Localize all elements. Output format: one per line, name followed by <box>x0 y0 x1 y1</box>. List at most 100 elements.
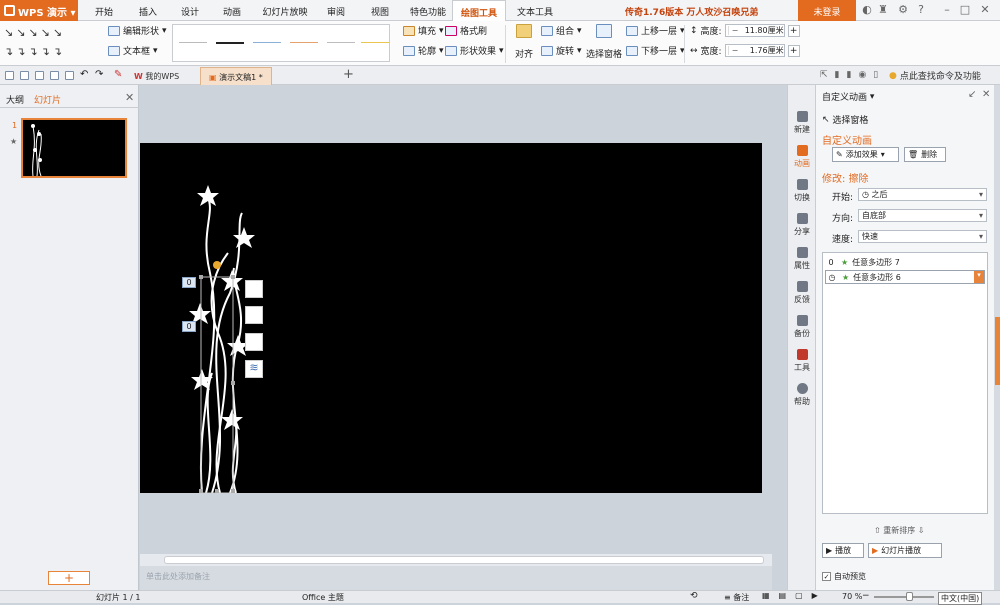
layers-icon[interactable]: ≋ <box>245 360 263 378</box>
fill-button[interactable]: 填充 ▾ <box>403 24 444 37</box>
crop-icon[interactable] <box>245 280 263 298</box>
pin-icon[interactable]: ✎ <box>114 69 122 80</box>
format-brush-button[interactable]: 格式刷 <box>445 24 487 37</box>
tab-my-wps[interactable]: W 我的WPS <box>126 67 187 85</box>
tab-current-document[interactable]: ▣ 演示文稿1 * <box>200 67 272 85</box>
line-style-gallery[interactable] <box>172 24 390 62</box>
delete-button[interactable]: 🗑 删除 <box>904 147 946 162</box>
quick-tools[interactable]: ⇱▮▮◉▯ <box>820 70 885 80</box>
notes-toggle[interactable]: ≡ 备注 <box>724 592 749 603</box>
app-menu-button[interactable]: WPS 演示 ▾ <box>0 0 78 21</box>
maximize-icon[interactable]: □ <box>958 3 972 17</box>
send-backward-button[interactable]: 下移一层 ▾ <box>626 44 685 57</box>
animation-order-tag[interactable]: 0 <box>182 321 196 332</box>
play-button[interactable]: ▶ 播放 <box>822 543 864 558</box>
slideshow-button[interactable]: ▶ 幻灯片播放 <box>868 543 942 558</box>
tab-outline[interactable]: 大纲 <box>6 93 24 106</box>
tab-drawing-tools[interactable]: 绘图工具 <box>452 0 506 21</box>
find-command-box[interactable]: ● 点此查找命令及功能 <box>889 69 981 83</box>
redo-icon[interactable]: ↷ <box>95 69 103 80</box>
sidebar-animation[interactable]: 动画 <box>788 145 816 169</box>
close-pane-icon[interactable]: ✕ <box>982 89 990 100</box>
pin-pane-icon[interactable]: ↙ <box>968 89 976 100</box>
slide[interactable]: 0 0 ≋ <box>140 143 762 494</box>
line-shapes-gallery[interactable]: ↘↘↘↘↘ ↴↴↴↴↴ <box>4 23 98 63</box>
promo-link[interactable]: 传奇1.76版本 万人攻沙召唤兄弟 <box>625 5 758 18</box>
select-pane-button[interactable]: 选择窗格 <box>586 24 622 64</box>
minimize-icon[interactable]: – <box>940 3 954 17</box>
rotate-button[interactable]: 旋转 ▾ <box>541 44 582 57</box>
horizontal-scrollbar[interactable] <box>140 554 772 566</box>
edit-shape-button[interactable]: 编辑形状 ▾ <box>108 24 167 37</box>
start-select[interactable]: ◷ 之后 ▾ <box>858 188 987 201</box>
tab-home[interactable]: 开始 <box>86 0 122 21</box>
help-icon[interactable]: ? <box>914 3 928 17</box>
zoom-slider[interactable] <box>874 596 934 598</box>
add-slide-button[interactable]: + <box>48 571 90 585</box>
shape-effect-button[interactable]: 形状效果 ▾ <box>445 44 504 57</box>
view-buttons[interactable]: ▦▤▢▶ <box>762 591 827 600</box>
line-style-6[interactable] <box>361 42 389 43</box>
align-button[interactable]: 对齐 <box>512 24 536 64</box>
sidebar-transition[interactable]: 切换 <box>788 179 816 203</box>
height-decrement[interactable]: − <box>727 26 742 35</box>
export-pdf-icon[interactable] <box>35 71 44 80</box>
new-tab-button[interactable]: + <box>343 67 354 82</box>
autopreview-checkbox[interactable]: ✓ 自动预览 <box>822 571 866 582</box>
line-style-3[interactable] <box>253 42 281 43</box>
refresh-icon[interactable]: ⟲ <box>690 591 698 601</box>
tab-design[interactable]: 设计 <box>172 0 208 21</box>
text-box-button[interactable]: 文本框 ▾ <box>108 44 158 57</box>
open-icon[interactable] <box>5 71 14 80</box>
direction-select[interactable]: 自底部 ▾ <box>858 209 987 222</box>
height-input[interactable]: −11.80厘米 <box>724 24 785 37</box>
line-style-2[interactable] <box>216 42 244 44</box>
preview-icon[interactable] <box>65 71 74 80</box>
line-style-1[interactable] <box>179 42 207 43</box>
item-dropdown-icon[interactable]: ▾ <box>974 271 984 283</box>
undo-icon[interactable]: ↶ <box>80 69 88 80</box>
sidebar-tools[interactable]: 工具 <box>788 349 816 373</box>
settings-icon[interactable]: ⚙ <box>896 3 910 17</box>
width-input[interactable]: −1.76厘米 <box>724 44 785 57</box>
tab-slideshow[interactable]: 幻灯片放映 <box>258 0 312 21</box>
print-icon[interactable] <box>50 71 59 80</box>
close-icon[interactable]: ✕ <box>978 3 992 17</box>
vertical-scrollbar[interactable] <box>994 85 1000 590</box>
shirt-icon[interactable]: ♜ <box>876 3 890 17</box>
login-button[interactable]: 未登录 <box>798 0 856 21</box>
add-effect-button[interactable]: ✎ 添加效果 ▾ <box>832 147 899 162</box>
group-button[interactable]: 组合 ▾ <box>541 24 582 37</box>
scroll-thumb[interactable] <box>164 556 764 564</box>
sidebar-backup[interactable]: 备份 <box>788 315 816 339</box>
speed-select[interactable]: 快速 ▾ <box>858 230 987 243</box>
tab-review[interactable]: 审阅 <box>318 0 354 21</box>
notes-area[interactable]: 单击此处添加备注 <box>140 566 772 590</box>
width-increment[interactable]: + <box>787 44 800 57</box>
sidebar-property[interactable]: 属性 <box>788 247 816 271</box>
save-icon[interactable] <box>20 71 29 80</box>
line-style-4[interactable] <box>290 42 318 43</box>
slide-thumbnail[interactable] <box>21 118 127 178</box>
list-item[interactable]: 0 ★ 任意多边形 7 <box>825 255 985 269</box>
sidebar-share[interactable]: 分享 <box>788 213 816 237</box>
tab-special[interactable]: 特色功能 <box>404 0 452 21</box>
tab-slides[interactable]: 幻灯片 <box>34 93 61 106</box>
width-decrement[interactable]: − <box>727 46 742 55</box>
checkbox-icon[interactable]: ✓ <box>822 572 831 581</box>
sidebar-help[interactable]: 帮助 <box>788 383 816 407</box>
line-style-5[interactable] <box>327 42 355 43</box>
sidebar-new[interactable]: 新建 <box>788 111 816 135</box>
sidebar-feedback[interactable]: 反馈 <box>788 281 816 305</box>
select-pane-link[interactable]: ↖ 选择窗格 <box>822 113 868 127</box>
tab-insert[interactable]: 插入 <box>130 0 166 21</box>
reorder-down-icon[interactable]: ⇩ <box>918 526 925 535</box>
list-item[interactable]: ◷ ★ 任意多边形 6 ▾ <box>825 270 985 284</box>
close-panel-icon[interactable]: ✕ <box>125 91 134 104</box>
outline-button[interactable]: 轮廓 ▾ <box>403 44 444 57</box>
scroll-thumb[interactable] <box>995 317 1000 385</box>
pane-title-dropdown[interactable]: 自定义动画 ▾ <box>822 90 874 104</box>
reorder-up-icon[interactable]: ⇧ <box>874 526 881 535</box>
flower-stems-graphic[interactable] <box>140 143 762 494</box>
tab-text-tools[interactable]: 文本工具 <box>508 0 562 21</box>
